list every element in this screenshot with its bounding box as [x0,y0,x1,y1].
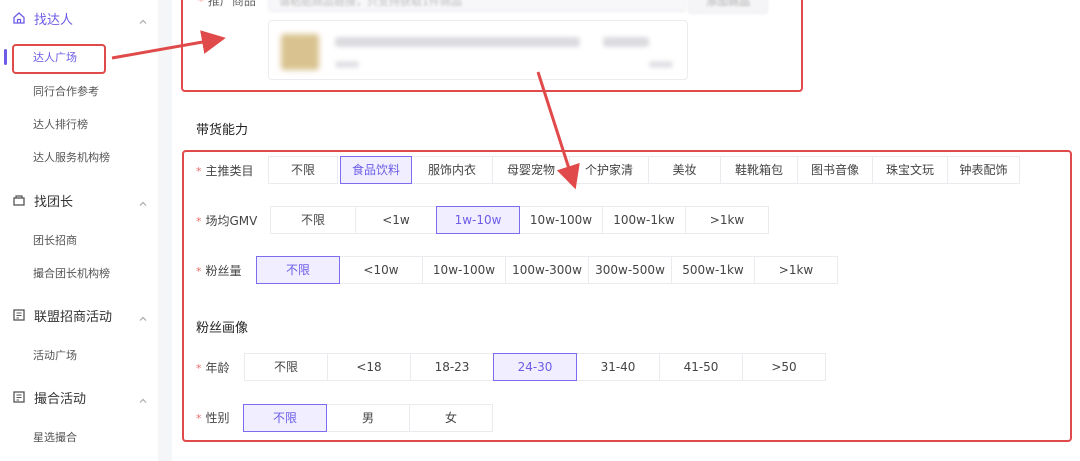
sidebar-item-peer-reference[interactable]: 同行合作参考 [0,78,158,104]
sidebar-item-label: 星选撮合 [33,431,77,444]
sidebar-item-label: 达人排行榜 [33,118,88,131]
age-options: 不限 <18 18-23 24-30 31-40 41-50 >50 [244,353,826,381]
gender-option[interactable]: 男 [326,404,410,432]
gmv-option[interactable]: 不限 [270,206,356,234]
activity-icon [12,308,26,322]
sidebar-item-leader-agency-ranking[interactable]: 撮合团长机构榜 [0,260,158,286]
sidebar-group-find-leader[interactable]: 找团长 [0,185,158,215]
category-option[interactable]: 珠宝文玩 [872,156,948,184]
fans-option[interactable]: >1kw [754,256,838,284]
gmv-option[interactable]: 1w-10w [436,206,520,234]
age-label: * 年龄 [196,361,230,375]
sidebar-item-activity-square[interactable]: 活动广场 [0,342,158,368]
sidebar-group-label: 找团长 [34,194,74,210]
fans-option[interactable]: <10w [339,256,423,284]
sidebar-item-talent-square[interactable]: 达人广场 [0,44,158,70]
chevron-up-icon[interactable] [138,309,148,321]
category-option[interactable]: 母婴宠物 [492,156,570,184]
category-option[interactable]: 图书音像 [797,156,873,184]
category-option[interactable]: 鞋靴箱包 [720,156,798,184]
sidebar-group-label: 撮合活动 [34,391,87,407]
fans-label: * 粉丝量 [196,264,242,278]
sidebar-item-talent-ranking[interactable]: 达人排行榜 [0,111,158,137]
section-title-sales-ability: 带货能力 [196,123,249,138]
product-field-label: * 推广商品 [198,0,256,8]
gmv-option[interactable]: <1w [355,206,437,234]
product-meta-blurred [335,61,359,68]
sidebar-item-leader-recruit[interactable]: 团长招商 [0,227,158,253]
age-option[interactable]: <18 [327,353,411,381]
sidebar-item-star-match[interactable]: 星选撮合 [0,424,158,450]
fans-option[interactable]: 300w-500w [588,256,672,284]
section-title-fan-portrait: 粉丝画像 [196,321,249,336]
age-option[interactable]: 24-30 [493,353,577,381]
sidebar-item-label: 达人服务机构榜 [33,151,110,164]
sidebar-group-label: 找达人 [34,12,74,28]
add-product-button[interactable]: 添加商品 [688,0,768,14]
product-link-input[interactable]: 请粘贴商品链接，只支持获取1件商品 [268,0,686,12]
gender-options: 不限男女 [243,404,493,432]
gmv-option[interactable]: 100w-1kw [602,206,686,234]
category-option[interactable]: 钟表配饰 [947,156,1020,184]
category-options: 不限 食品饮料 服饰内衣 母婴宠物 个护家清 美妆 鞋靴箱包 图书音像 珠宝文玩 钟表配饰 [268,156,1020,184]
age-option[interactable]: 18-23 [410,353,494,381]
product-price-blurred [603,37,649,47]
category-label: * 主推类目 [196,164,254,178]
sidebar-item-label: 达人广场 [33,51,77,64]
sidebar-group-find-talent[interactable]: 找达人 [0,3,158,33]
category-option[interactable]: 美妆 [648,156,721,184]
gmv-option[interactable]: 10w-100w [519,206,603,234]
age-option[interactable]: 41-50 [659,353,743,381]
gender-label: * 性别 [196,411,230,425]
chevron-up-icon[interactable] [138,194,148,206]
chevron-up-icon[interactable] [138,391,148,403]
sidebar-item-agency-ranking[interactable]: 达人服务机构榜 [0,144,158,170]
product-thumbnail [281,34,319,70]
sidebar: 找达人 达人广场 同行合作参考 达人排行榜 达人服务机构榜 找团长 团长招商 撮… [0,0,159,461]
category-option[interactable]: 个护家清 [569,156,649,184]
home-icon [12,11,26,25]
sidebar-item-label: 活动广场 [33,349,77,362]
category-option[interactable]: 不限 [268,156,338,184]
product-meta-blurred [649,61,673,68]
fans-option[interactable]: 10w-100w [422,256,506,284]
product-title-blurred [335,37,580,47]
gmv-option[interactable]: >1kw [685,206,769,234]
fans-options: 不限 <10w 10w-100w 100w-300w 300w-500w 500w-1kw… [256,256,838,284]
sidebar-group-alliance-activity[interactable]: 联盟招商活动 [0,300,158,330]
annotation-highlight-filters [182,150,1072,442]
gmv-label: * 场均GMV [196,214,258,228]
fans-option[interactable]: 100w-300w [505,256,589,284]
sidebar-group-label: 联盟招商活动 [34,309,113,325]
gender-option[interactable]: 女 [409,404,493,432]
age-option[interactable]: 31-40 [576,353,660,381]
activity-icon [12,390,26,404]
shop-icon [12,193,26,207]
gender-option[interactable]: 不限 [243,404,327,432]
sidebar-item-label: 团长招商 [33,234,77,247]
age-option[interactable]: 不限 [244,353,328,381]
sidebar-item-label: 撮合团长机构榜 [33,267,110,280]
category-option[interactable]: 服饰内衣 [411,156,493,184]
fans-option[interactable]: 不限 [256,256,340,284]
gmv-options: 不限 <1w 1w-10w 10w-100w 100w-1kw >1kw [270,206,769,234]
category-option[interactable]: 食品饮料 [340,156,412,184]
sidebar-group-match-activity[interactable]: 撮合活动 [0,382,158,412]
fans-option[interactable]: 500w-1kw [671,256,755,284]
layout-gutter [158,0,172,461]
sidebar-item-label: 同行合作参考 [33,85,99,98]
product-card [268,20,688,80]
chevron-up-icon[interactable] [138,12,148,24]
age-option[interactable]: >50 [742,353,826,381]
